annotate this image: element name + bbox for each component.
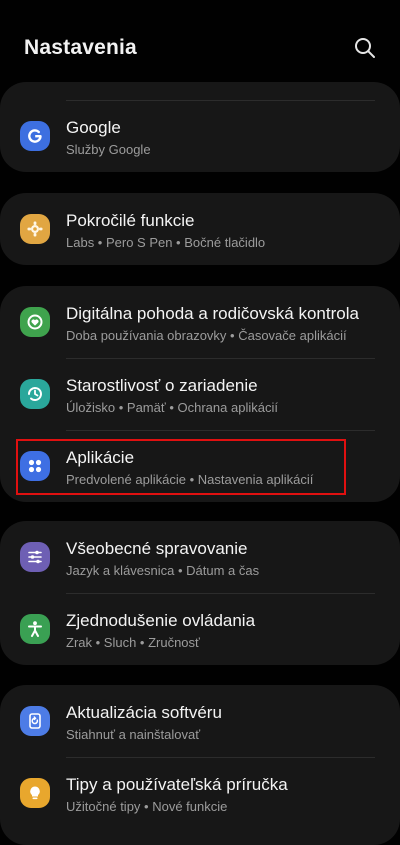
app-header: Nastavenia [0, 0, 400, 82]
tips-icon [20, 778, 50, 808]
device-care-icon [20, 379, 50, 409]
settings-item-label: Starostlivosť o zariadenie [66, 376, 258, 395]
settings-item-subtitle: Jazyk a klávesnica • Dátum a čas [66, 563, 260, 578]
settings-item-advanced-features[interactable]: Pokročilé funkcie Labs • Pero S Pen • Bo… [0, 193, 400, 265]
settings-item-tips[interactable]: Tipy a používateľská príručka Užitočné t… [0, 757, 400, 829]
settings-item-subtitle: Užitočné tipy • Nové funkcie [66, 799, 228, 814]
settings-item-subtitle: Stiahnuť a nainštalovať [66, 727, 201, 742]
settings-card-google: Google Služby Google [0, 82, 400, 172]
settings-item-label: Všeobecné spravovanie [66, 539, 248, 558]
settings-card-advanced: Pokročilé funkcie Labs • Pero S Pen • Bo… [0, 193, 400, 265]
settings-item-subtitle: Zrak • Sluch • Zručnosť [66, 635, 200, 650]
settings-item-label: Aplikácie [66, 448, 135, 467]
settings-item-subtitle: Služby Google [66, 142, 151, 157]
page-title: Nastavenia [24, 36, 137, 59]
google-icon [20, 121, 50, 151]
settings-card-general: Všeobecné spravovanie Jazyk a klávesnica… [0, 521, 400, 665]
settings-item-subtitle: Predvolené aplikácie • Nastavenia apliká… [66, 472, 314, 487]
software-update-icon [20, 706, 50, 736]
general-management-icon [20, 542, 50, 572]
settings-item-label: Digitálna pohoda a rodičovská kontrola [66, 304, 359, 323]
settings-item-google[interactable]: Google Služby Google [0, 100, 400, 172]
accessibility-icon [20, 614, 50, 644]
apps-icon [20, 451, 50, 481]
settings-card-device: Digitálna pohoda a rodičovská kontrola D… [0, 286, 400, 502]
settings-item-label: Tipy a používateľská príručka [66, 775, 288, 794]
advanced-features-icon [20, 214, 50, 244]
settings-item-accessibility[interactable]: Zjednodušenie ovládania Zrak • Sluch • Z… [0, 593, 400, 665]
search-icon [355, 38, 375, 58]
digital-wellbeing-icon [20, 307, 50, 337]
settings-item-apps[interactable]: Aplikácie Predvolené aplikácie • Nastave… [0, 430, 400, 502]
settings-item-label: Google [66, 118, 121, 137]
settings-card-support: Aktualizácia softvéru Stiahnuť a nainšta… [0, 685, 400, 845]
settings-item-label: Zjednodušenie ovládania [66, 611, 256, 630]
settings-item-label: Aktualizácia softvéru [66, 703, 222, 722]
search-button[interactable] [354, 37, 380, 63]
settings-item-general-management[interactable]: Všeobecné spravovanie Jazyk a klávesnica… [0, 521, 400, 593]
settings-item-subtitle: Úložisko • Pamäť • Ochrana aplikácií [66, 400, 278, 415]
settings-item-software-update[interactable]: Aktualizácia softvéru Stiahnuť a nainšta… [0, 685, 400, 757]
settings-item-label: Pokročilé funkcie [66, 211, 195, 230]
settings-item-device-care[interactable]: Starostlivosť o zariadenie Úložisko • Pa… [0, 358, 400, 430]
settings-item-subtitle: Doba používania obrazovky • Časovače apl… [66, 328, 347, 343]
settings-item-subtitle: Labs • Pero S Pen • Bočné tlačidlo [66, 235, 266, 250]
settings-item-digital-wellbeing[interactable]: Digitálna pohoda a rodičovská kontrola D… [0, 286, 400, 358]
